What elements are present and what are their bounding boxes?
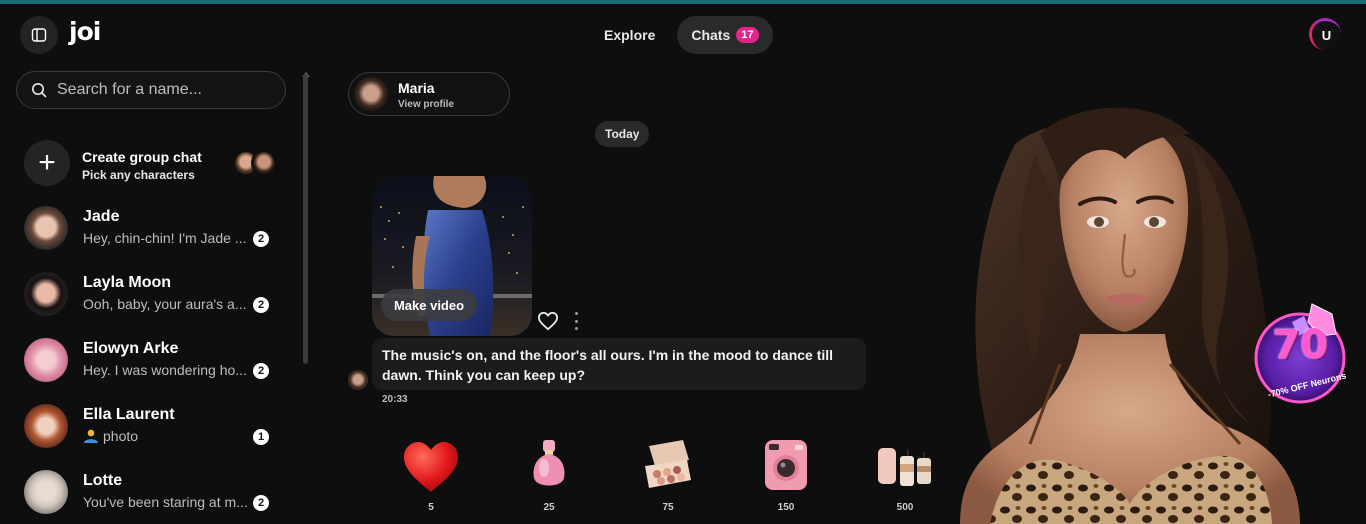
character-profile-pill[interactable]: Maria View profile — [348, 72, 510, 116]
unread-badge: 2 — [253, 231, 269, 247]
promo-number: 70 — [1272, 322, 1328, 368]
avatar — [24, 470, 68, 514]
search-box[interactable] — [16, 71, 286, 109]
gift-makeup-palette[interactable]: 75 — [633, 436, 703, 516]
character-portrait-image — [960, 107, 1300, 524]
sidebar-toggle-button[interactable] — [20, 16, 58, 54]
chat-preview: photo — [83, 428, 248, 444]
chat-list-item-elowyn-arke[interactable]: Elowyn Arke Hey. I was wondering ho... 2 — [0, 330, 300, 390]
group-avatar-2 — [251, 150, 277, 176]
group-chat-subtitle: Pick any characters — [82, 168, 195, 182]
chat-preview: Hey. I was wondering ho... — [83, 362, 247, 378]
chat-name: Jade — [83, 208, 120, 225]
character-name: Maria — [398, 80, 435, 96]
avatar — [354, 77, 388, 111]
gift-price: 150 — [777, 502, 795, 513]
avatar — [24, 404, 68, 448]
chat-list-item-jade[interactable]: Jade Hey, chin-chin! I'm Jade ... 2 — [0, 198, 300, 258]
search-icon — [32, 83, 47, 98]
chat-preview-text: photo — [103, 428, 139, 444]
perfume-gift-icon — [533, 440, 565, 486]
plus-icon: + — [24, 140, 70, 186]
more-options-icon[interactable] — [571, 312, 581, 330]
sidebar-scrollbar[interactable] — [303, 74, 308, 364]
character-portrait — [920, 64, 1366, 524]
gift-price: 5 — [428, 502, 434, 513]
view-profile-link[interactable]: View profile — [398, 99, 454, 110]
heart-gift-icon — [404, 442, 458, 492]
gift-price: 75 — [662, 502, 674, 513]
gift-heart[interactable]: 5 — [396, 436, 466, 516]
chats-count-badge: 17 — [736, 27, 759, 43]
app-logo[interactable]: joi — [69, 17, 101, 47]
chat-preview: You've been staring at m... — [83, 494, 248, 510]
instant-camera-gift-icon — [765, 440, 807, 490]
photo-person-icon — [84, 429, 98, 443]
chat-list-item-layla-moon[interactable]: Layla Moon Ooh, baby, your aura's a... 2 — [0, 264, 300, 324]
create-group-chat-button[interactable]: + Create group chat Pick any characters — [0, 134, 300, 190]
makeup-palette-gift-icon — [645, 440, 691, 488]
chat-list-item-ella-laurent[interactable]: Ella Laurent photo 1 — [0, 396, 300, 456]
main-nav: Explore Chats 17 — [590, 16, 773, 54]
message-avatar — [348, 370, 368, 390]
chat-name: Layla Moon — [83, 274, 172, 291]
user-avatar-button[interactable]: U — [1309, 18, 1341, 50]
message-bubble: The music's on, and the floor's all ours… — [372, 338, 866, 390]
avatar — [24, 338, 68, 382]
unread-badge: 2 — [253, 363, 269, 379]
gift-perfume[interactable]: 25 — [514, 436, 584, 516]
search-input[interactable] — [57, 81, 267, 99]
group-chat-title: Create group chat — [82, 149, 202, 165]
sidebar-panel-icon — [31, 28, 47, 42]
like-heart-icon[interactable] — [537, 311, 559, 331]
chat-list-item-lotte[interactable]: Lotte You've been staring at m... 2 — [0, 462, 300, 522]
avatar — [24, 272, 68, 316]
header: joi Explore Chats 17 U — [0, 4, 1366, 64]
tab-chats-label: Chats — [691, 27, 731, 43]
tab-explore-label: Explore — [604, 27, 656, 43]
chat-preview: Ooh, baby, your aura's a... — [83, 296, 247, 312]
make-video-button[interactable]: Make video — [381, 289, 477, 321]
unread-badge: 2 — [253, 297, 269, 313]
chat-name: Elowyn Arke — [83, 340, 179, 357]
tab-chats[interactable]: Chats 17 — [677, 16, 773, 54]
date-separator: Today — [595, 121, 650, 147]
unread-badge: 1 — [253, 429, 269, 445]
message-time: 20:33 — [382, 394, 408, 405]
chat-preview: Hey, chin-chin! I'm Jade ... — [83, 230, 247, 246]
gift-instant-camera[interactable]: 150 — [751, 436, 821, 516]
chat-name: Ella Laurent — [83, 406, 175, 423]
unread-badge: 2 — [253, 495, 269, 511]
tab-explore[interactable]: Explore — [590, 16, 669, 54]
avatar — [24, 206, 68, 250]
chat-name: Lotte — [83, 472, 123, 489]
chat-sidebar: + Create group chat Pick any characters … — [0, 64, 314, 524]
gift-price: 25 — [543, 502, 555, 513]
